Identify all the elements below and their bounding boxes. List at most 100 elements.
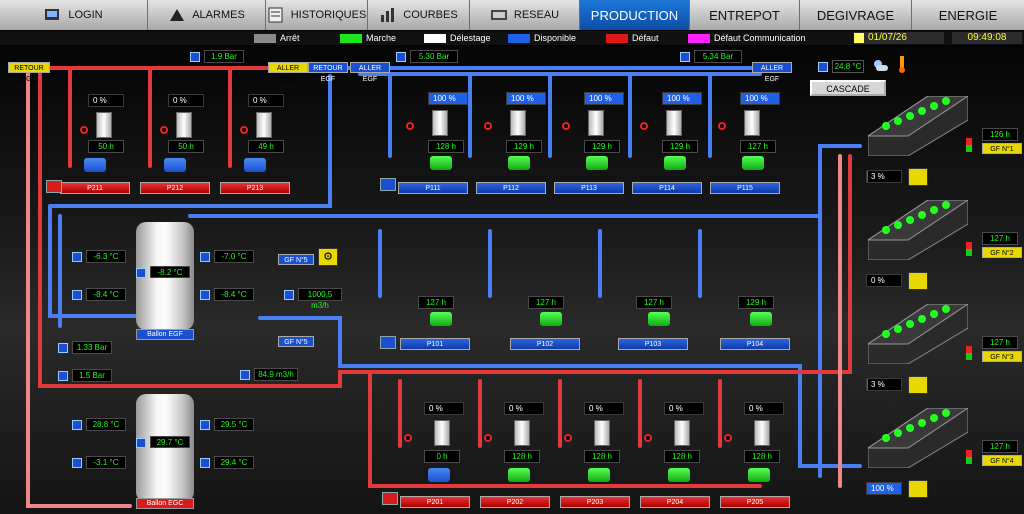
valve-icon[interactable] <box>160 126 168 134</box>
pump-motor[interactable] <box>540 312 562 326</box>
pump-label[interactable]: P205 <box>720 496 790 508</box>
cold-group-unit <box>866 407 970 469</box>
pump-label[interactable]: P112 <box>476 182 546 194</box>
tab-alarms[interactable]: ALARMES <box>148 0 266 30</box>
valve-icon[interactable] <box>718 122 726 130</box>
pump-motor[interactable] <box>664 156 686 170</box>
gf5-control-button[interactable]: ⚙ <box>318 248 338 266</box>
egf-gear-icon[interactable] <box>380 178 396 191</box>
pump-motor[interactable] <box>750 312 772 326</box>
pump-motor[interactable] <box>648 312 670 326</box>
valve-icon[interactable] <box>640 122 648 130</box>
legend-fault: Défaut <box>606 33 659 43</box>
pump-label[interactable]: P104 <box>720 338 790 350</box>
pump-motor[interactable] <box>430 156 452 170</box>
tab-defrost[interactable]: DEGIVRAGE <box>800 0 912 30</box>
pump-motor[interactable] <box>164 158 186 172</box>
tab-production-label: PRODUCTION <box>590 7 679 23</box>
pump-motor[interactable] <box>430 312 452 326</box>
valve-icon[interactable] <box>404 434 412 442</box>
temp-sensor-icon[interactable] <box>72 458 82 468</box>
pump-motor[interactable] <box>244 158 266 172</box>
pump-speed-label: 0 % <box>589 404 603 413</box>
pressure-sensor-icon[interactable] <box>58 371 68 381</box>
tab-curves[interactable]: COURBES <box>368 0 470 30</box>
tank-egf-sensor-icon[interactable] <box>136 268 146 278</box>
temp-sensor-icon[interactable] <box>200 420 210 430</box>
pump-label[interactable]: P102 <box>510 338 580 350</box>
pump-label[interactable]: P113 <box>554 182 624 194</box>
pump-speed: 0 % <box>744 402 784 415</box>
flowmeter-icon[interactable] <box>240 370 250 380</box>
legend-run-swatch <box>340 33 362 43</box>
egf-mid-gear-icon[interactable] <box>380 336 396 349</box>
temp-sensor-icon[interactable] <box>72 420 82 430</box>
pump-label[interactable]: P202 <box>480 496 550 508</box>
cascade-button[interactable]: CASCADE <box>810 80 886 96</box>
valve-icon[interactable] <box>406 122 414 130</box>
egc-bottom-gear-icon[interactable] <box>382 492 398 505</box>
tab-production[interactable]: PRODUCTION <box>580 0 690 30</box>
pressure-sensor-icon[interactable] <box>396 52 406 62</box>
pump-label[interactable]: P111 <box>398 182 468 194</box>
group-control-button[interactable] <box>908 480 928 498</box>
tank-egc-t3: -3.1 °C <box>86 456 126 469</box>
pump-motor[interactable] <box>508 468 530 482</box>
valve-icon[interactable] <box>644 434 652 442</box>
valve-icon[interactable] <box>484 122 492 130</box>
tab-warehouse[interactable]: ENTREPOT <box>690 0 800 30</box>
temp-sensor-icon[interactable] <box>200 252 210 262</box>
tank-egc-sensor-icon[interactable] <box>136 438 146 448</box>
legend-fault-swatch <box>606 33 628 43</box>
pump-speed: 0 % <box>504 402 544 415</box>
pump-motor[interactable] <box>586 156 608 170</box>
pressure-sensor-icon[interactable] <box>58 343 68 353</box>
group-control-button[interactable] <box>908 168 928 186</box>
pressure-sensor-icon[interactable] <box>680 52 690 62</box>
temp-sensor-icon[interactable] <box>72 290 82 300</box>
temp-sensor-icon[interactable] <box>72 252 82 262</box>
pump-motor[interactable] <box>508 156 530 170</box>
pump-label[interactable]: P101 <box>400 338 470 350</box>
egc-gear-icon[interactable] <box>46 180 62 193</box>
pressure-sensor-icon[interactable] <box>190 52 200 62</box>
shed-cabinet <box>594 420 610 446</box>
pump-label[interactable]: P212 <box>140 182 210 194</box>
tab-energy[interactable]: ENERGIE <box>912 0 1024 30</box>
pump-label[interactable]: P201 <box>400 496 470 508</box>
pump-motor[interactable] <box>588 468 610 482</box>
group-speed-label: 3 % <box>871 380 885 389</box>
pump-motor[interactable] <box>84 158 106 172</box>
pump-label[interactable]: P213 <box>220 182 290 194</box>
temp-sensor-icon[interactable] <box>200 458 210 468</box>
tab-history[interactable]: HISTORIQUES <box>266 0 368 30</box>
valve-icon[interactable] <box>240 126 248 134</box>
valve-icon[interactable] <box>562 122 570 130</box>
tab-login[interactable]: LOGIN <box>0 0 148 30</box>
pump-label[interactable]: P211 <box>60 182 130 194</box>
pump-motor[interactable] <box>742 156 764 170</box>
status-light-icon <box>966 242 972 256</box>
temp-sensor-icon[interactable] <box>200 290 210 300</box>
valve-icon[interactable] <box>564 434 572 442</box>
tab-network[interactable]: RESEAU <box>470 0 580 30</box>
pump-label[interactable]: P204 <box>640 496 710 508</box>
valve-icon[interactable] <box>484 434 492 442</box>
pump-motor[interactable] <box>668 468 690 482</box>
valve-icon[interactable] <box>724 434 732 442</box>
pump-label[interactable]: P114 <box>632 182 702 194</box>
valve-icon[interactable] <box>80 126 88 134</box>
pump-motor[interactable] <box>428 468 450 482</box>
pump-label[interactable]: P103 <box>618 338 688 350</box>
main-nav: LOGIN ALARMES HISTORIQUES COURBES RESEAU… <box>0 0 1024 30</box>
pump-hours: 129 h <box>506 140 542 153</box>
group-control-button[interactable] <box>908 376 928 394</box>
pump-label[interactable]: P203 <box>560 496 630 508</box>
pump-hours: 128 h <box>664 450 700 463</box>
date-display: 01/07/26 <box>854 32 944 44</box>
group-control-button[interactable] <box>908 272 928 290</box>
pump-label[interactable]: P115 <box>710 182 780 194</box>
outdoor-sensor-icon[interactable] <box>818 62 828 72</box>
pump-motor[interactable] <box>748 468 770 482</box>
flowmeter-icon[interactable] <box>284 290 294 300</box>
